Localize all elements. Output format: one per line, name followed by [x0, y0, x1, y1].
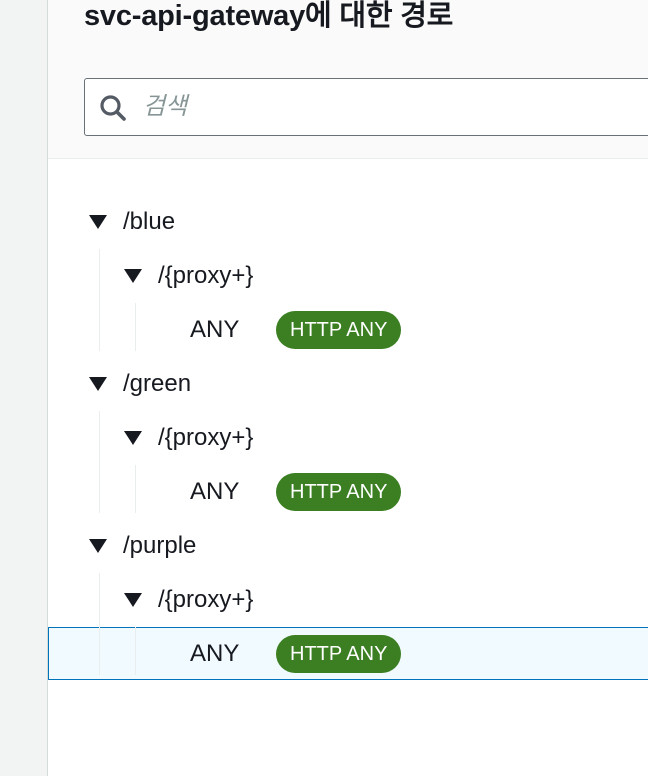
route-path-label: /green — [123, 370, 192, 397]
route-path-label: /{proxy+} — [158, 262, 254, 289]
caret-down-icon[interactable] — [124, 269, 142, 283]
caret-down-icon[interactable] — [89, 377, 107, 391]
route-method-purple[interactable]: ANY — [190, 627, 239, 681]
caret-down-icon[interactable] — [89, 215, 107, 229]
route-path-label: /{proxy+} — [158, 424, 254, 451]
route-path-label: /purple — [123, 532, 197, 559]
tree-item-green-proxy[interactable]: /{proxy+} — [124, 411, 253, 465]
page-title: svc-api-gateway에 대한 경로 — [84, 0, 454, 32]
tree-item-green[interactable]: /green — [89, 357, 191, 411]
integration-badge: HTTP ANY — [276, 311, 402, 349]
integration-badge: HTTP ANY — [276, 635, 402, 673]
tree-guide-line — [99, 249, 100, 351]
tree-item-purple[interactable]: /purple — [89, 519, 196, 573]
caret-down-icon[interactable] — [124, 593, 142, 607]
route-path-label: /blue — [123, 208, 176, 235]
integration-badge: HTTP ANY — [276, 473, 402, 511]
caret-down-icon[interactable] — [89, 539, 107, 553]
tree-item-blue[interactable]: /blue — [89, 195, 175, 249]
tree-guide-line — [135, 627, 136, 675]
tree-guide-line — [135, 303, 136, 351]
tree-item-blue-proxy[interactable]: /{proxy+} — [124, 249, 253, 303]
tree-guide-line — [99, 573, 100, 675]
caret-down-icon[interactable] — [124, 431, 142, 445]
search-input[interactable] — [143, 91, 643, 123]
route-method-blue[interactable]: ANY — [190, 303, 239, 357]
search-icon — [100, 95, 126, 121]
tree-guide-line — [135, 465, 136, 513]
side-navigation-strip — [0, 0, 48, 776]
tree-guide-line — [99, 411, 100, 513]
route-path-label: /{proxy+} — [158, 586, 254, 613]
search-box[interactable] — [84, 78, 648, 136]
routes-tree: /blue /{proxy+} ANY HTTP ANY /green /{pr… — [48, 159, 648, 776]
tree-item-purple-proxy[interactable]: /{proxy+} — [124, 573, 253, 627]
route-method-green[interactable]: ANY — [190, 465, 239, 519]
